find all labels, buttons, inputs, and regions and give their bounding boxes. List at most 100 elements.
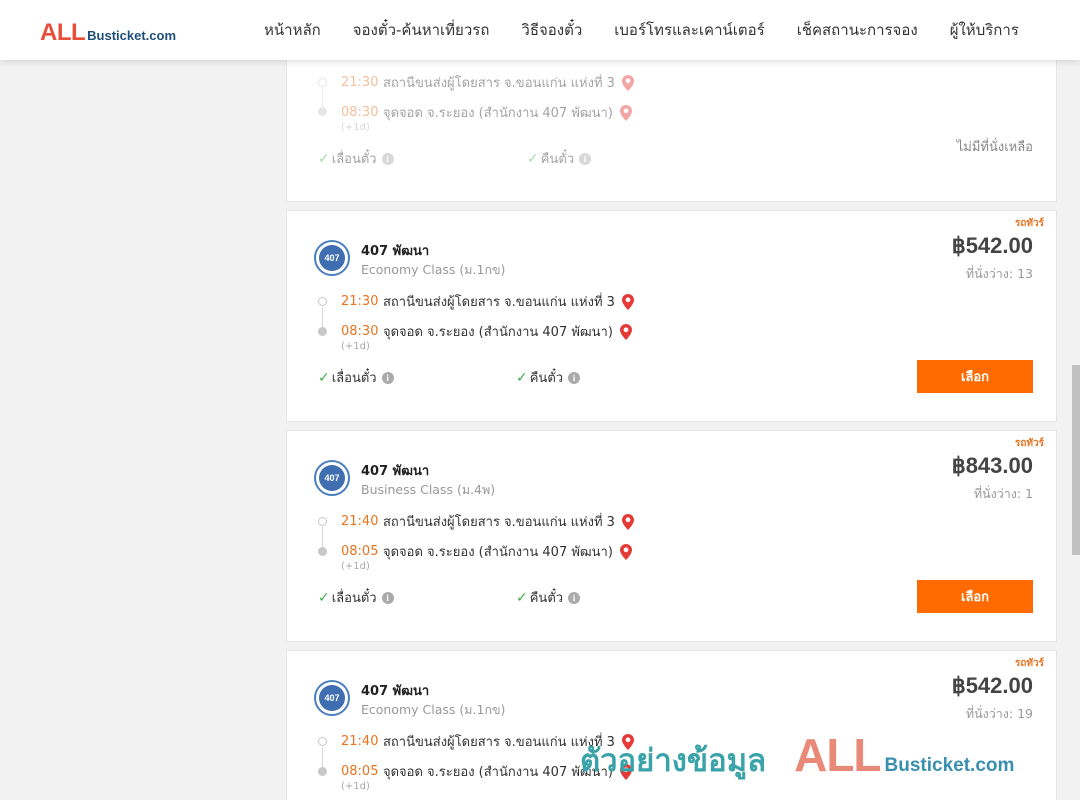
arrive-stop: 08:30 จุดจอด จ.ระยอง (สำนักงาน 407 พัฒนา… xyxy=(341,102,633,123)
sold-out-status: ไม่มีที่นั่งเหลือ xyxy=(956,140,1033,155)
operator-name: 407 พัฒนา xyxy=(361,244,430,259)
bus-type-badge: รถทัวร์ xyxy=(1014,218,1044,229)
main-nav: หน้าหลัก จองตั๋ว-ค้นหาเที่ยวรถ วิธีจองตั… xyxy=(248,0,1035,60)
depart-time: 21:40 xyxy=(341,514,379,529)
arrive-time: 08:05 xyxy=(341,764,379,779)
feature-change-label: เลื่อนตั๋ว xyxy=(331,591,377,606)
info-icon[interactable]: i xyxy=(381,371,394,384)
nav-home[interactable]: หน้าหลัก xyxy=(264,18,321,42)
feature-refund-ticket: ✓ คืนตั๋ว i xyxy=(516,587,581,608)
select-trip-button[interactable]: เลือก xyxy=(917,580,1033,613)
info-icon[interactable]: i xyxy=(381,591,394,604)
operator-logo: 407 xyxy=(314,240,350,276)
arrive-dot xyxy=(318,107,327,116)
map-pin-icon[interactable] xyxy=(619,104,633,122)
info-icon[interactable]: i xyxy=(568,371,581,384)
check-icon: ✓ xyxy=(318,150,330,167)
site-logo[interactable]: ALL Busticket.com xyxy=(40,19,176,47)
feature-refund-label: คืนตั๋ว xyxy=(540,152,575,167)
info-icon[interactable]: i xyxy=(579,152,592,165)
depart-time: 21:30 xyxy=(341,75,379,90)
trip-card: รถทัวร์ 407 407 พัฒนา Economy Class (ม.1… xyxy=(286,210,1057,422)
nav-book-search[interactable]: จองตั๋ว-ค้นหาเที่ยวรถ xyxy=(353,18,490,42)
depart-place: สถานีขนส่งผู้โดยสาร จ.ขอนแก่น แห่งที่ 3 xyxy=(383,76,615,91)
feature-change-label: เลื่อนตั๋ว xyxy=(331,152,377,167)
depart-stop: 21:30 สถานีขนส่งผู้โดยสาร จ.ขอนแก่น แห่ง… xyxy=(341,291,635,312)
arrive-time: 08:05 xyxy=(341,544,379,559)
nav-check-booking[interactable]: เช็คสถานะการจอง xyxy=(797,18,918,42)
watermark-sample-text: ตัวอย่างข้อมูล xyxy=(580,743,767,779)
depart-place: สถานีขนส่งผู้โดยสาร จ.ขอนแก่น แห่งที่ 3 xyxy=(383,295,615,310)
arrive-time: 08:30 xyxy=(341,105,379,120)
feature-refund-ticket: ✓ คืนตั๋ว i xyxy=(516,367,581,388)
map-pin-icon[interactable] xyxy=(621,74,635,92)
operator-logo: 407 xyxy=(314,460,350,496)
watermark-logo-all: ALL xyxy=(794,729,881,781)
route-line xyxy=(322,87,323,109)
check-icon: ✓ xyxy=(318,589,330,606)
feature-change-label: เลื่อนตั๋ว xyxy=(331,371,377,386)
bus-type-badge: รถทัวร์ xyxy=(1014,658,1044,669)
arrive-stop: 08:05 จุดจอด จ.ระยอง (สำนักงาน 407 พัฒนา… xyxy=(341,541,633,562)
next-day-label: (+1d) xyxy=(341,781,370,792)
depart-place: สถานีขนส่งผู้โดยสาร จ.ขอนแก่น แห่งที่ 3 xyxy=(383,515,615,530)
nav-operators[interactable]: ผู้ให้บริการ xyxy=(950,18,1019,42)
route-line xyxy=(322,747,323,769)
bus-class: Business Class (ม.4พ) xyxy=(361,482,496,497)
site-header: ALL Busticket.com หน้าหลัก จองตั๋ว-ค้นหา… xyxy=(0,0,1080,60)
next-day-label: (+1d) xyxy=(341,561,370,572)
scrollbar-thumb[interactable] xyxy=(1072,365,1080,555)
feature-refund-label: คืนตั๋ว xyxy=(529,371,564,386)
arrive-place: จุดจอด จ.ระยอง (สำนักงาน 407 พัฒนา) xyxy=(383,106,613,121)
arrive-dot xyxy=(318,547,327,556)
select-trip-button[interactable]: เลือก xyxy=(917,360,1033,393)
next-day-label: (+1d) xyxy=(341,341,370,352)
nav-how-to-book[interactable]: วิธีจองตั๋ว xyxy=(521,18,582,42)
map-pin-icon[interactable] xyxy=(621,513,635,531)
info-icon[interactable]: i xyxy=(568,591,581,604)
info-icon[interactable]: i xyxy=(381,152,394,165)
trip-card: รถทัวร์ 407 407 พัฒนา Business Class (ม.… xyxy=(286,430,1057,642)
seats-available: ที่นั่งว่าง: 1 xyxy=(973,486,1033,501)
arrive-place: จุดจอด จ.ระยอง (สำนักงาน 407 พัฒนา) xyxy=(383,545,613,560)
depart-dot xyxy=(318,297,327,306)
check-icon: ✓ xyxy=(516,369,528,386)
depart-time: 21:40 xyxy=(341,734,379,749)
logo-all: ALL xyxy=(40,19,86,46)
depart-time: 21:30 xyxy=(341,294,379,309)
arrive-dot xyxy=(318,767,327,776)
feature-change-ticket: ✓ เลื่อนตั๋ว i xyxy=(318,148,394,169)
feature-refund-label: คืนตั๋ว xyxy=(529,591,564,606)
operator-logo: 407 xyxy=(314,680,350,716)
logo-busticket: Busticket.com xyxy=(87,28,177,43)
bus-class: Economy Class (ม.1กข) xyxy=(361,262,506,277)
nav-phone-counter[interactable]: เบอร์โทรและเคาน์เตอร์ xyxy=(614,18,764,42)
arrive-stop: 08:30 จุดจอด จ.ระยอง (สำนักงาน 407 พัฒนา… xyxy=(341,321,633,342)
map-pin-icon[interactable] xyxy=(621,293,635,311)
map-pin-icon[interactable] xyxy=(619,543,633,561)
depart-dot xyxy=(318,517,327,526)
ticket-price: ฿843.00 xyxy=(951,453,1033,478)
depart-dot xyxy=(318,737,327,746)
route-line xyxy=(322,527,323,549)
operator-name: 407 พัฒนา xyxy=(361,464,430,479)
ticket-price: ฿542.00 xyxy=(951,233,1033,258)
ticket-price: ฿542.00 xyxy=(951,673,1033,698)
next-day-label: (+1d) xyxy=(341,122,370,133)
depart-stop: 21:30 สถานีขนส่งผู้โดยสาร จ.ขอนแก่น แห่ง… xyxy=(341,72,635,93)
arrive-dot xyxy=(318,327,327,336)
depart-stop: 21:40 สถานีขนส่งผู้โดยสาร จ.ขอนแก่น แห่ง… xyxy=(341,511,635,532)
arrive-place: จุดจอด จ.ระยอง (สำนักงาน 407 พัฒนา) xyxy=(383,325,613,340)
seats-available: ที่นั่งว่าง: 13 xyxy=(965,266,1033,281)
feature-change-ticket: ✓ เลื่อนตั๋ว i xyxy=(318,587,394,608)
seats-available: ที่นั่งว่าง: 19 xyxy=(965,706,1033,721)
feature-refund-ticket: ✓ คืนตั๋ว i xyxy=(527,148,592,169)
operator-name: 407 พัฒนา xyxy=(361,684,430,699)
watermark-logo-busticket: Busticket.com xyxy=(884,755,1015,776)
map-pin-icon[interactable] xyxy=(619,323,633,341)
check-icon: ✓ xyxy=(516,589,528,606)
check-icon: ✓ xyxy=(527,150,539,167)
check-icon: ✓ xyxy=(318,369,330,386)
arrive-place: จุดจอด จ.ระยอง (สำนักงาน 407 พัฒนา) xyxy=(383,765,613,780)
trip-card-sold-out: 21:30 สถานีขนส่งผู้โดยสาร จ.ขอนแก่น แห่ง… xyxy=(286,40,1057,202)
